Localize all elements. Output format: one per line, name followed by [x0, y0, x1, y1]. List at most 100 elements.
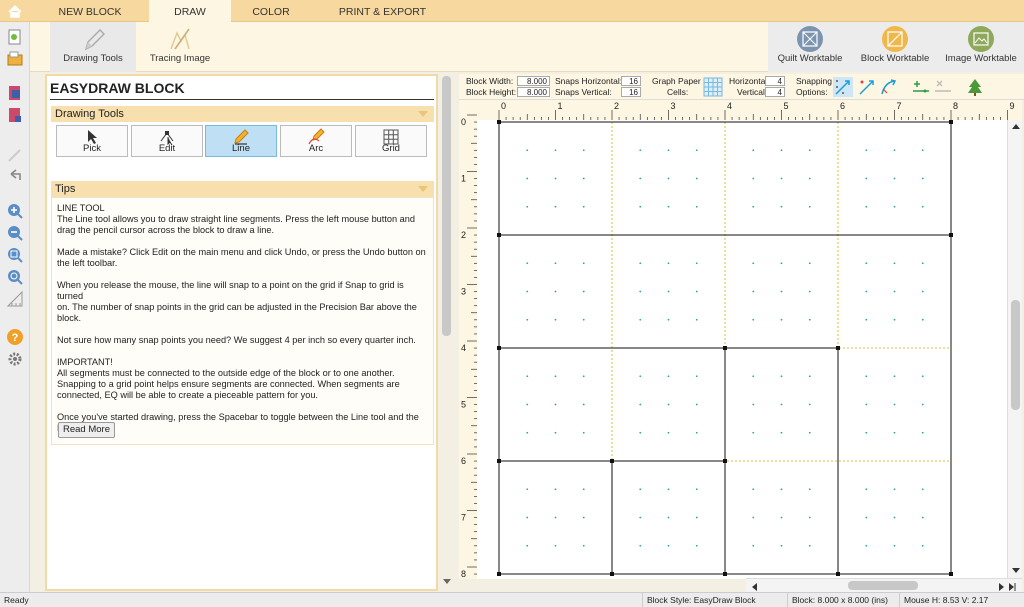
pencil-disabled-icon[interactable]	[6, 146, 24, 164]
grid-dot	[865, 488, 868, 491]
zoom-in-icon[interactable]	[6, 202, 24, 220]
grid-dot	[921, 544, 924, 547]
grid-dot	[921, 290, 924, 293]
grid-dot	[526, 375, 529, 378]
scroll-right-arrow-icon[interactable]	[998, 582, 1006, 592]
snaps-horizontal-input[interactable]: 16	[621, 76, 641, 86]
line-tool-button[interactable]: Line	[205, 125, 277, 157]
status-mouse-position: Mouse H: 8.53 V: 2.17	[899, 593, 1024, 607]
scroll-down-arrow-icon[interactable]	[1011, 567, 1021, 575]
grid-dot	[865, 318, 868, 321]
grid-dot	[780, 262, 783, 265]
help-icon[interactable]: ?	[6, 328, 24, 346]
grid-dot	[752, 149, 755, 152]
vertical-input[interactable]: 4	[765, 87, 785, 97]
zoom-fit-icon[interactable]	[6, 246, 24, 264]
snap-to-node-icon[interactable]	[857, 77, 877, 97]
ruler-label: 5	[784, 101, 789, 111]
block-icon	[882, 26, 908, 52]
open-folder-icon[interactable]	[6, 50, 24, 68]
cells-label: Cells:	[667, 87, 689, 97]
block-width-input[interactable]: 8.000	[517, 76, 550, 86]
snaps-horizontal-label: Snaps Horizontal:	[555, 76, 623, 86]
canvas-horizontal-scrollbar[interactable]	[746, 578, 1022, 592]
grid-tool-button[interactable]: Grid	[355, 125, 427, 157]
block-worktable-button[interactable]: Block Worktable	[852, 22, 938, 72]
canvas-vscroll-thumb[interactable]	[1011, 300, 1020, 410]
grid-dot	[921, 149, 924, 152]
scroll-left-arrow-icon[interactable]	[750, 582, 758, 592]
grid-dot	[582, 516, 585, 519]
segment-node	[497, 459, 501, 463]
delete-nodes-icon[interactable]	[933, 77, 953, 97]
grid-dot	[808, 431, 811, 434]
arc-tool-button[interactable]: Arc	[280, 125, 352, 157]
resize-corner-icon[interactable]	[1008, 582, 1018, 592]
grid-dot	[639, 544, 642, 547]
canvas-vertical-scrollbar[interactable]	[1007, 120, 1022, 579]
tab-draw[interactable]: DRAW	[149, 0, 231, 23]
zoom-out-icon[interactable]	[6, 224, 24, 242]
grid-dot	[667, 544, 670, 547]
add-to-sketchbook-icon[interactable]	[6, 84, 24, 102]
canvas-hscroll-thumb[interactable]	[848, 581, 918, 590]
block-height-input[interactable]: 8.000	[517, 87, 550, 97]
segment-node	[949, 572, 953, 576]
grid-dot	[893, 262, 896, 265]
tab-print-export[interactable]: PRINT & EXPORT	[325, 0, 440, 22]
grid-dot	[582, 403, 585, 406]
horizontal-input[interactable]: 4	[765, 76, 785, 86]
horizontal-ruler: 0 1 2 3 4 5 6 7 8 9	[477, 100, 1022, 120]
edit-tool-button[interactable]: Edit	[131, 125, 203, 157]
snap-to-grid-icon[interactable]	[833, 77, 853, 97]
panel-scroll-thumb[interactable]	[442, 76, 451, 336]
ruler-label: 2	[461, 230, 466, 240]
drawing-tools-header[interactable]: Drawing Tools	[51, 106, 434, 122]
new-file-icon[interactable]	[6, 28, 24, 46]
segment-node	[497, 346, 501, 350]
pick-tool-button[interactable]: Pick	[56, 125, 128, 157]
zoom-refresh-icon[interactable]	[6, 268, 24, 286]
sketchbook-icon[interactable]	[6, 106, 24, 124]
grid-dot	[582, 205, 585, 208]
home-icon[interactable]	[0, 0, 30, 22]
grid-dot	[780, 205, 783, 208]
drawing-tools-header-label: Drawing Tools	[55, 108, 124, 120]
grid-dot	[752, 177, 755, 180]
grid-dot	[554, 318, 557, 321]
grid-dot	[780, 403, 783, 406]
graph-paper-toggle-icon[interactable]	[703, 77, 723, 97]
read-more-button[interactable]: Read More	[58, 422, 115, 438]
tab-new-block[interactable]: NEW BLOCK	[45, 0, 135, 22]
block-drawing[interactable]	[477, 120, 1007, 579]
grid-dot	[752, 431, 755, 434]
quilt-worktable-button[interactable]: Quilt Worktable	[768, 22, 852, 72]
add-nodes-icon[interactable]	[911, 77, 931, 97]
ribbon: Drawing Tools Tracing Image Quilt Workta…	[30, 22, 1024, 72]
image-worktable-button[interactable]: Image Worktable	[938, 22, 1024, 72]
grid-dot	[893, 290, 896, 293]
grid-dot	[865, 205, 868, 208]
scroll-up-arrow-icon[interactable]	[1011, 122, 1021, 130]
snap-to-drawing-icon[interactable]	[879, 77, 899, 97]
tracing-image-button[interactable]: Tracing Image	[142, 22, 218, 72]
grid-dot	[752, 488, 755, 491]
grid-dot	[554, 177, 557, 180]
scroll-down-arrow-icon[interactable]	[442, 576, 452, 586]
snaps-vertical-input[interactable]: 16	[621, 87, 641, 97]
tab-color[interactable]: COLOR	[231, 0, 311, 22]
chevron-down-icon	[418, 186, 428, 192]
drawing-tools-button[interactable]: Drawing Tools	[50, 22, 136, 72]
settings-gear-icon[interactable]	[6, 350, 24, 368]
ruler-label: 0	[501, 101, 506, 111]
tips-header[interactable]: Tips	[51, 181, 434, 197]
precision-ruler-icon[interactable]	[6, 290, 24, 308]
grid-dot	[582, 544, 585, 547]
precision-bar: Block Width: 8.000 Block Height: 8.000 S…	[459, 74, 1024, 100]
undo-icon[interactable]	[6, 166, 24, 184]
panel-scrollbar[interactable]	[440, 74, 454, 591]
block-drawing-canvas[interactable]	[477, 120, 1007, 579]
ruler-label: 6	[461, 456, 466, 466]
ruler-label: 5	[461, 400, 466, 410]
serendipity-tree-icon[interactable]	[965, 77, 985, 97]
